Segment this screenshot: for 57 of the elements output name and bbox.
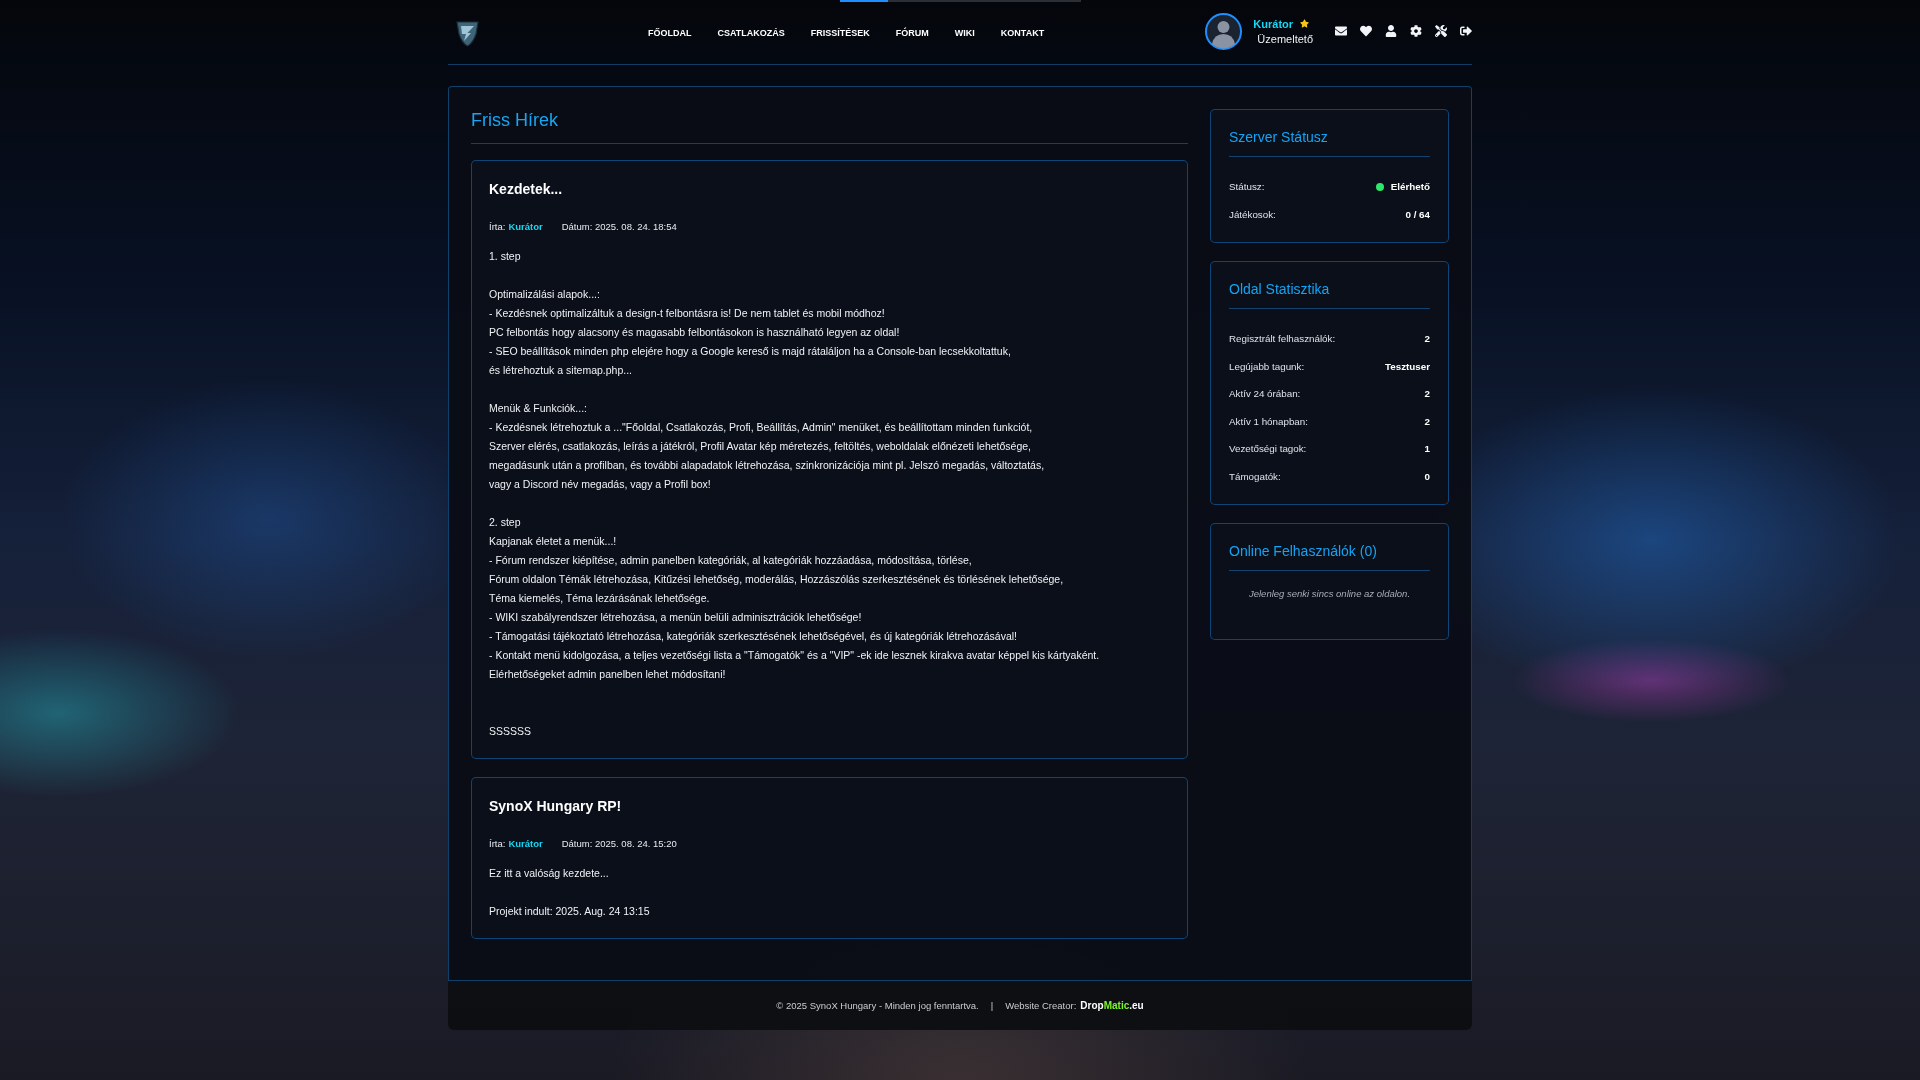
stat-value: 0 / 64 [1405,208,1430,220]
stat-value: 1 [1424,443,1430,455]
nav-link[interactable]: FŐOLDAL [648,28,692,38]
post-paragraph: Optimalizálási alapok...: - Kezdésnek optimalizáltuk a design-t felbontásra is! De nem tablet és mobil módhoz! PC felbontás hogy alacsony és magasabb felbontásokon is használható legyen az oldal! - SEO beállítások minden php elejére hogy a Google kereső is majd rátaláljon ha a Console-ban lecsekkoltattuk, és létrehoztuk a sitemap.php... [489,287,1012,378]
footer-separator: | [990,1000,994,1011]
post-date: Dátum: 2025. 08. 24. 15:20 [561,837,677,849]
stat-label: Státusz: [1229,181,1265,193]
stat-value: 0 [1424,470,1430,482]
post-paragraph: 2. step Kapjanak életet a menük...! - Fórum rendszer kiépítése, admin panelben kategóriák, al kategóriák hozzáadása, módosítása, törlése, Fórum oldalon Témák létrehozása, Kitűzési lehetőség, moderálás, Hozzászólás szerkesztésének és törlésének lehetősége, Téma kiemelés, Téma lezárásának lehetősége. - WIKI szabályrendszer létrehozása, a menün belüli adminisztrációk lehetősége! - Támogatási tájékoztató létrehozása, kategóriák szerkesztésének lehetőségével, és új kategóriák létrehozásával! - Kontakt menü kidolgozása, a teljes vezetőségi lista a "Támogatók" és a "VIP" -ek ide lesznek kirakva avatar képpel kis kártyaként. Elérhetőségeket admin panelben lehet módosítani! [489,515,1101,682]
author-label: Írta: [489,837,506,849]
stat-value: 2 [1424,333,1430,345]
post-paragraph: SSSSSS [489,724,533,739]
author-link[interactable]: Kurátor [508,837,543,849]
stat-value: 2 [1424,388,1430,400]
creator-label: Website Creator: [1005,1000,1077,1011]
user-name-link[interactable]: Kurátor [1253,17,1294,30]
stat-value: 2 [1424,415,1430,427]
post-title: SynoX Hungary RP! [489,797,623,816]
emblem-logo-icon[interactable] [455,19,480,47]
author-link[interactable]: Kurátor [508,220,543,232]
creator-link[interactable]: DropMatic.eu [1080,1000,1144,1011]
user-role: Üzemeltető [1257,32,1313,45]
panel-title: Online Felhasználók (0) [1229,542,1430,571]
nav-link[interactable]: WIKI [954,28,975,38]
post-paragraph: Projekt indult: 2025. Aug. 24 13:15 [489,904,651,919]
user-icon[interactable] [1385,25,1397,37]
stat-label: Támogatók: [1229,470,1281,482]
nav-link[interactable]: KONTAKT [1000,28,1045,38]
post-title: Kezdetek... [489,180,564,199]
nav-link[interactable]: FRISSÍTÉSEK [810,28,870,38]
stat-label: Vezetőségi tagok: [1229,443,1307,455]
tools-icon[interactable] [1435,25,1447,37]
post-paragraph: Ez itt a valóság kezdete... [489,866,610,881]
mail-icon[interactable] [1335,25,1347,37]
stat-label: Játékosok: [1229,208,1276,220]
section-title: Friss Hírek [471,109,1188,144]
panel-title: Oldal Statisztika [1229,280,1430,309]
nav-link[interactable]: FÓRUM [895,28,929,38]
post-paragraph: Menük & Funkciók...: - Kezdésnek létrehoztuk a ..."Főoldal, Csatlakozás, Profi, Beállítás, Admin" menüket, és beállítottam minden funkciót, Szerver elérés, csatlakozás, leírás a játékról, Profil Avatar kép méretezés, feltöltés, weboldalak előnézeti lehetősége, megadásunk után a profilban, és további alapadatok létrehozása, szinkronizációja mint pl. Jelszó megadás, változtatás, vagy a Discord név megadás, vagy a Profil box! [489,401,1046,492]
settings-icon[interactable] [1410,25,1422,37]
author-label: Írta: [489,220,506,232]
empty-note: Jelenleg senki sincs online az oldalon. [1247,587,1412,601]
stat-label: Regisztrált felhasználók: [1229,333,1336,345]
panel-title: Szerver Státusz [1229,128,1430,157]
logout-icon[interactable] [1460,25,1472,37]
stat-label: Legújabb tagunk: [1229,360,1305,372]
stat-value: Tesztuser [1385,360,1430,372]
post-date: Dátum: 2025. 08. 24. 18:54 [561,220,677,232]
copyright-text: © 2025 SynoX Hungary - Minden jog fenntartva. [776,1000,979,1011]
avatar-icon[interactable] [1205,12,1243,50]
stat-label: Aktív 24 órában: [1229,388,1301,400]
post-paragraph: 1. step [489,249,522,264]
heart-icon[interactable] [1360,25,1372,37]
nav-link[interactable]: CSATLAKOZÁS [717,28,785,38]
star-icon [1300,19,1310,28]
stat-value: Elérhető [1390,181,1430,193]
stat-label: Aktív 1 hónapban: [1229,415,1308,427]
